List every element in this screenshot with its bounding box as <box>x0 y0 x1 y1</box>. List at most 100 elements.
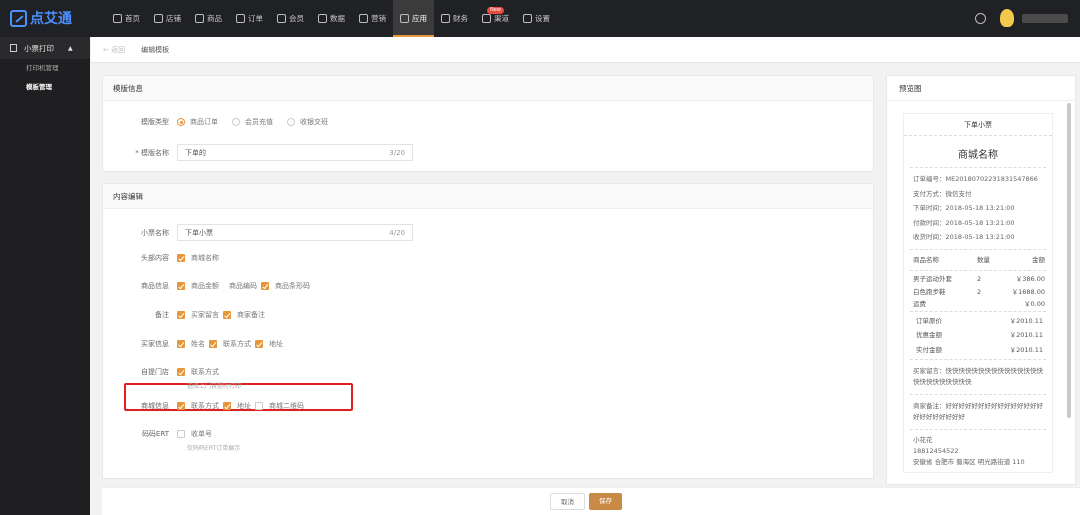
divider <box>910 167 1046 168</box>
sidebar-item-template-manage[interactable]: 模板管理 <box>0 78 90 97</box>
breadcrumb: ← 返回 编辑模板 <box>91 37 1080 63</box>
checkbox-label: 商城名称 <box>191 254 219 262</box>
summary-label: 订单原价 <box>916 316 942 325</box>
nav-item-app[interactable]: 应用 <box>393 0 434 37</box>
checkbox-label: 商城二维码 <box>269 402 304 410</box>
sidebar: 小票打印 ▲ 打印机管理 模板管理 <box>0 37 90 515</box>
user-name-blurred[interactable] <box>1022 13 1068 23</box>
gear-icon <box>523 14 532 23</box>
radio-member-recharge[interactable]: 会员充值 <box>232 117 273 127</box>
cancel-button[interactable]: 取消 <box>550 493 585 510</box>
finance-icon <box>441 14 450 23</box>
sidebar-group-receipt-print[interactable]: 小票打印 ▲ <box>0 37 90 59</box>
radio-goods-order[interactable]: 商品订单 <box>177 117 218 127</box>
pickup-hint: 选择上门自提时打印 <box>187 383 242 390</box>
nav-item-channel[interactable]: 渠道 New <box>475 0 516 37</box>
nav-item-store[interactable]: 店铺 <box>147 0 188 37</box>
summary-value: ￥2010.11 <box>1009 316 1043 325</box>
cell: ￥386.00 <box>1015 275 1045 283</box>
sidebar-group-label: 小票打印 <box>24 43 54 53</box>
summary-value: ￥2010.11 <box>1009 331 1043 339</box>
receipt-summary-row: 实付金额 ￥2010.11 <box>904 343 1052 358</box>
goods-icon <box>195 14 204 23</box>
top-navbar: 点艾通 首页 店铺 商品 订单 会员 数据 营销 应用 财务 渠道 New 设置 <box>0 0 1080 37</box>
checkbox-goods-barcode[interactable]: 商品条形码 <box>261 281 310 291</box>
nav-label: 数据 <box>330 14 345 23</box>
char-counter: 4/20 <box>389 228 405 237</box>
cell <box>977 298 1007 311</box>
checkbox-receipt-number[interactable]: 收单号 <box>177 429 212 439</box>
field-label: 买家信息 <box>141 340 169 348</box>
save-button[interactable]: 保存 <box>589 493 622 510</box>
checkbox-shop-contact[interactable]: 联系方式 <box>177 401 219 411</box>
receipt-line: 支付方式：微信支付 <box>913 189 972 198</box>
nav-item-order[interactable]: 订单 <box>229 0 270 37</box>
input-value: 下单小票 <box>185 228 213 237</box>
checkbox-buyer-contact[interactable]: 联系方式 <box>209 339 251 349</box>
avatar[interactable] <box>1000 9 1014 27</box>
receipt-order-lines: 订单编号：ME20180702231831547866 支付方式：微信支付 下单时间… <box>904 172 1052 245</box>
field-label: * 模版名称 <box>135 148 169 157</box>
checkbox-unchecked-icon <box>177 430 185 438</box>
nav-item-tag[interactable]: 营销 <box>352 0 393 37</box>
checkbox-label: 联系方式 <box>191 368 219 376</box>
field-label: 头部内容 <box>141 254 169 262</box>
checkbox-goods-amount[interactable]: 商品金额 <box>177 281 219 291</box>
receipt-line: 订单编号：ME20180702231831547866 <box>913 175 1038 183</box>
nav-label: 商品 <box>207 14 222 23</box>
checkbox-goods-code[interactable]: 商品编码 <box>229 281 257 291</box>
receipt-contact: 小花花 18812454522 安徽省 合肥市 蜀海区 明光路街道 110 <box>904 435 1052 468</box>
checkbox-seller-remark[interactable]: 商家备注 <box>223 310 265 320</box>
content-edit-card: 内容编辑 小票名称 下单小票 4/20 头部内容 商城名称 商品信息 商品金额 商… <box>102 183 874 479</box>
nav-item-member[interactable]: 会员 <box>270 0 311 37</box>
checkbox-label: 商家备注 <box>237 311 265 319</box>
checkbox-shop-name[interactable]: 商城名称 <box>177 253 219 263</box>
nav-item-goods[interactable]: 商品 <box>188 0 229 37</box>
divider <box>910 394 1046 395</box>
divider <box>910 270 1046 271</box>
nav-item-home[interactable]: 首页 <box>106 0 147 37</box>
checkbox-shop-qrcode[interactable]: 商城二维码 <box>255 401 304 411</box>
checkbox-label: 地址 <box>269 340 283 348</box>
nav-item-finance[interactable]: 财务 <box>434 0 475 37</box>
header-content-row: 头部内容 商城名称 <box>103 253 875 263</box>
field-label: 小票名称 <box>141 228 169 237</box>
checkbox-shop-address[interactable]: 地址 <box>223 401 251 411</box>
logo-text: 点艾通 <box>30 11 72 27</box>
back-link[interactable]: ← 返回 <box>103 45 125 55</box>
template-type-row: 模版类型 商品订单 会员充值 收银交班 <box>103 117 875 127</box>
template-name-input[interactable]: 下单的 3/20 <box>177 144 413 161</box>
app-icon <box>400 14 409 23</box>
ticket-name-input[interactable]: 下单小票 4/20 <box>177 224 413 241</box>
data-icon <box>318 14 327 23</box>
checkbox-checked-icon <box>223 402 231 410</box>
tag-icon <box>359 14 368 23</box>
checkbox-label: 商品编码 <box>229 282 257 290</box>
download-icon[interactable] <box>975 12 986 24</box>
checkbox-buyer-message[interactable]: 买家留言 <box>177 310 219 320</box>
char-counter: 3/20 <box>389 148 405 157</box>
checkbox-checked-icon <box>209 340 217 348</box>
option-label: 商品订单 <box>190 118 218 126</box>
radio-icon <box>232 118 240 126</box>
receipt-shop-name: 商城名称 <box>958 150 998 161</box>
divider <box>910 429 1046 430</box>
nav-label: 应用 <box>412 14 427 23</box>
checkbox-buyer-address[interactable]: 地址 <box>255 339 283 349</box>
radio-cashier-shift[interactable]: 收银交班 <box>287 117 328 127</box>
channel-icon <box>482 14 491 23</box>
cell: 2 <box>977 275 982 283</box>
cell: 男子运动外套 <box>913 275 952 283</box>
scrollbar[interactable] <box>1067 103 1071 418</box>
nav-label: 店铺 <box>166 14 181 23</box>
checkbox-buyer-name[interactable]: 姓名 <box>177 339 205 349</box>
sidebar-item-printer-manage[interactable]: 打印机管理 <box>0 59 90 78</box>
nav-label: 首页 <box>125 14 140 23</box>
radio-checked-icon <box>177 118 185 126</box>
nav-label: 订单 <box>248 14 263 23</box>
field-label: 备注 <box>155 311 169 319</box>
nav-item-gear[interactable]: 设置 <box>516 0 557 37</box>
logo[interactable]: 点艾通 <box>10 8 72 28</box>
nav-item-data[interactable]: 数据 <box>311 0 352 37</box>
checkbox-store-contact[interactable]: 联系方式 <box>177 367 219 377</box>
